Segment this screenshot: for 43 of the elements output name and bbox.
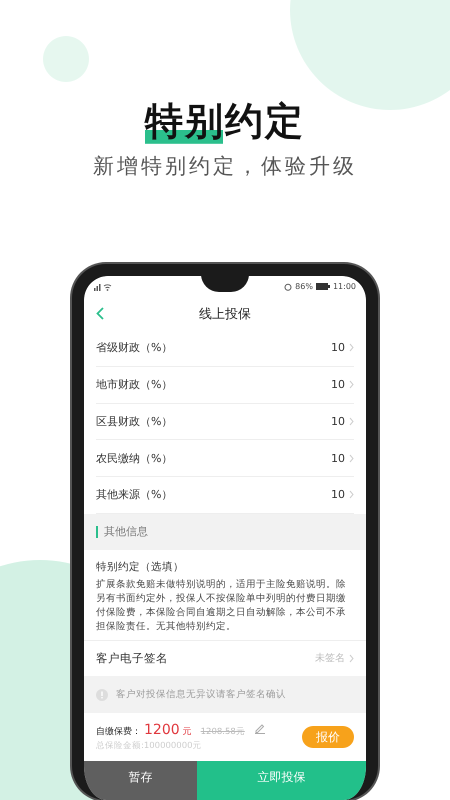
row-label: 农民缴纳（%） <box>96 450 172 466</box>
edit-icon[interactable] <box>254 722 266 734</box>
row-label: 地市财政（%） <box>96 377 172 392</box>
row-value: 10 <box>331 452 345 465</box>
nav-title: 线上投保 <box>199 306 251 323</box>
back-icon[interactable] <box>96 307 104 320</box>
row-label: 其他来源（%） <box>96 487 172 502</box>
row-value: 10 <box>331 488 345 502</box>
original-price: 1208.58元 <box>200 726 245 738</box>
row-value: 10 <box>331 414 345 428</box>
chevron-icon <box>349 454 354 463</box>
chevron-icon <box>349 343 354 352</box>
premium-unit: 元 <box>182 726 192 738</box>
battery-percent: 86% <box>295 282 313 292</box>
subtitle: 新增特别约定，体验升级 <box>93 153 357 180</box>
clock-time: 11:00 <box>332 282 356 292</box>
row-value: 10 <box>331 341 345 354</box>
chevron-icon <box>349 654 354 663</box>
signature-status: 未签名 <box>315 652 345 666</box>
form-row[interactable]: 省级财政（%） 10 <box>96 330 354 367</box>
battery-icon <box>316 283 330 290</box>
special-title: 特别约定（选填） <box>96 560 185 574</box>
alarm-icon <box>284 282 292 291</box>
row-label: 区县财政（%） <box>96 414 172 429</box>
signature-label: 客户电子签名 <box>96 650 168 666</box>
chevron-icon <box>349 416 354 426</box>
accent-bar <box>96 526 98 538</box>
form-row[interactable]: 地市财政（%） 10 <box>96 366 354 404</box>
signal-icon <box>94 282 112 291</box>
form-row[interactable]: 农民缴纳（%） 10 <box>96 440 354 478</box>
form-row[interactable]: 区县财政（%） 10 <box>96 404 354 440</box>
chevron-icon <box>349 380 354 390</box>
special-text: 扩展条款免赔未做特别说明的，适用于主险免赔说明。除另有书面约定外，投保人不按保险单中列明的付费日期缴付保险费，本保险合同自逾期之日自动解除，本公司不承担保险责任。无其他特别约定。 <box>96 578 347 634</box>
premium-label: 自缴保费： <box>96 726 141 738</box>
info-icon <box>96 688 108 701</box>
notice-text: 客户对投保信息无异议请客户签名确认 <box>116 688 286 702</box>
row-value: 10 <box>331 378 345 392</box>
row-label: 省级财政（%） <box>96 340 172 356</box>
premium-amount: 1200 <box>144 722 180 738</box>
section-title: 其他信息 <box>104 524 148 540</box>
circle-decoration <box>43 36 89 82</box>
chevron-icon <box>349 490 354 500</box>
save-button[interactable]: 暂存 <box>84 761 197 800</box>
